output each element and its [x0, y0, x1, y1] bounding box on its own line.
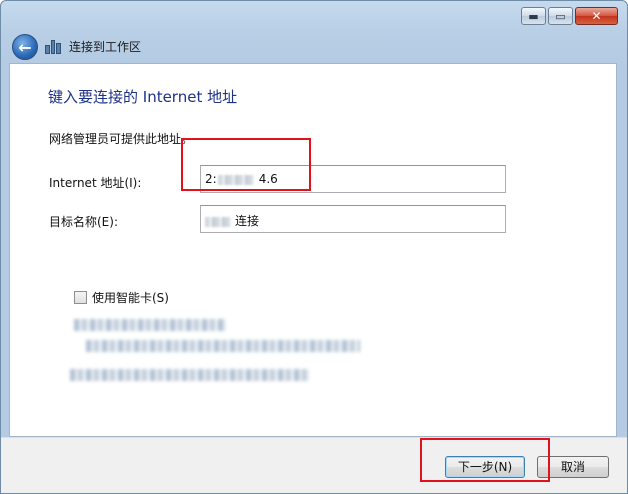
cancel-button[interactable]: 取消: [537, 456, 609, 478]
title-bar: ▬ ▭ ✕: [1, 1, 627, 31]
workspace-icon: [45, 39, 62, 54]
redacted-text: [74, 319, 226, 331]
destination-name-input[interactable]: 连接: [200, 205, 506, 233]
redacted-text: [86, 340, 360, 352]
dialog-footer: 下一步(N) 取消: [1, 437, 627, 493]
smartcard-checkbox[interactable]: [74, 291, 87, 304]
redacted-text: [217, 174, 254, 185]
redacted-text: [205, 216, 231, 227]
window-title: 连接到工作区: [69, 40, 142, 54]
smartcard-option[interactable]: 使用智能卡(S): [74, 289, 169, 306]
dialog-window: ▬ ▭ ✕ ← 连接到工作区 键入要连接的 Internet 地址 网络管理员可…: [0, 0, 628, 494]
wizard-content: 键入要连接的 Internet 地址 网络管理员可提供此地址。 Internet…: [9, 63, 617, 437]
redacted-text: [70, 369, 310, 381]
smartcard-label: 使用智能卡(S): [92, 291, 169, 305]
page-heading: 键入要连接的 Internet 地址: [48, 88, 238, 106]
caption-buttons: ▬ ▭ ✕: [521, 7, 618, 25]
next-button[interactable]: 下一步(N): [445, 456, 525, 478]
destination-name-label: 目标名称(E):: [49, 215, 118, 229]
maximize-button[interactable]: ▭: [548, 7, 573, 25]
minimize-button[interactable]: ▬: [521, 7, 546, 25]
internet-address-label: Internet 地址(I):: [49, 176, 142, 190]
close-button[interactable]: ✕: [575, 7, 618, 25]
intro-text: 网络管理员可提供此地址。: [49, 132, 194, 146]
internet-address-input[interactable]: 2: 4.6: [200, 165, 506, 193]
internet-address-value-suffix: 4.6: [258, 172, 278, 186]
back-arrow-icon[interactable]: ←: [12, 34, 38, 60]
destination-name-value: 连接: [235, 214, 260, 228]
navigation-bar: ← 连接到工作区: [1, 31, 627, 63]
internet-address-value-prefix: 2:: [205, 172, 217, 186]
